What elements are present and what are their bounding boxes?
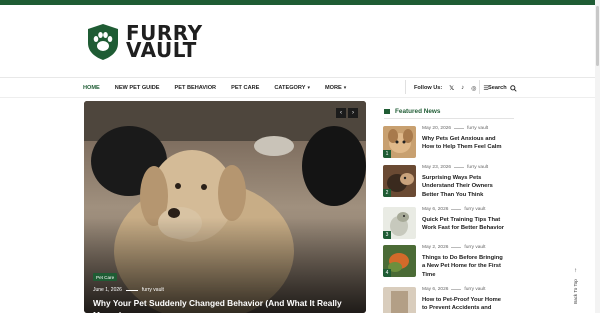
back-to-top-label: Back To Top bbox=[573, 279, 578, 304]
news-meta: May 6, 2026 furry vault bbox=[422, 207, 485, 212]
scrollbar-thumb[interactable] bbox=[596, 6, 599, 66]
featured-news-title: Featured News bbox=[395, 108, 441, 115]
heading-marker bbox=[384, 109, 390, 114]
x-icon[interactable]: 𝕏 bbox=[449, 85, 454, 92]
chevron-right-icon: › bbox=[352, 110, 354, 116]
hero-arrows: ‹ › bbox=[336, 108, 358, 118]
nav-item-new-pet-guide[interactable]: NEW PET GUIDE bbox=[115, 85, 160, 91]
rank-number: 4 bbox=[383, 269, 391, 277]
news-title[interactable]: How to Pet-Proof Your Home to Prevent Ac… bbox=[422, 296, 506, 313]
back-to-top-button[interactable]: ↑ Back To Top bbox=[573, 268, 581, 308]
nav-item-pet-behavior[interactable]: PET BEHAVIOR bbox=[175, 85, 217, 91]
search-icon bbox=[509, 84, 517, 92]
rank-number: 2 bbox=[383, 189, 391, 197]
list-item[interactable]: 2 May 23, 2026 furry vault Surprising Way… bbox=[383, 165, 513, 199]
thumbnail-image bbox=[383, 287, 416, 313]
news-title[interactable]: Surprising Ways Pets Understand Their Ow… bbox=[422, 174, 506, 199]
meta-divider bbox=[451, 209, 462, 210]
news-meta: May 23, 2026 furry vault bbox=[422, 165, 488, 170]
news-meta: May 6, 2026 furry vault bbox=[422, 287, 485, 292]
chevron-down-icon: ▾ bbox=[307, 85, 310, 91]
news-meta: May 20, 2026 furry vault bbox=[422, 126, 488, 131]
nav-item-more-label: MORE bbox=[324, 85, 342, 91]
list-item[interactable]: 3 May 6, 2026 furry vault Quick Pet Train… bbox=[383, 207, 513, 239]
news-author[interactable]: furry vault bbox=[467, 165, 488, 170]
nav-item-more[interactable]: MORE ▾ bbox=[325, 85, 346, 91]
hero-slider[interactable]: ‹ › Pet Care June 1, 2026 furry vault Wh… bbox=[84, 101, 366, 313]
brand-line-2: VAULT bbox=[126, 38, 197, 62]
rank-number: 1 bbox=[383, 150, 391, 158]
news-date: May 6, 2026 bbox=[422, 287, 449, 292]
featured-news-heading: Featured News bbox=[384, 108, 440, 115]
meta-divider bbox=[451, 289, 462, 290]
heading-underline bbox=[384, 118, 514, 119]
arrow-up-icon: ↑ bbox=[574, 268, 577, 274]
news-meta: May 2, 2026 furry vault bbox=[422, 245, 485, 250]
news-date: May 20, 2026 bbox=[422, 126, 452, 131]
hero-author[interactable]: furry vault bbox=[142, 287, 164, 293]
next-slide-button[interactable]: › bbox=[348, 108, 358, 118]
news-title[interactable]: Quick Pet Training Tips That Work Fast f… bbox=[422, 216, 506, 233]
news-thumbnail[interactable]: 4 bbox=[383, 245, 416, 277]
chevron-down-icon: ▾ bbox=[343, 85, 347, 91]
list-item[interactable]: 4 May 2, 2026 furry vault Things to Do Be… bbox=[383, 245, 513, 279]
nav-item-category-label: CATEGORY bbox=[274, 85, 306, 91]
news-title[interactable]: Things to Do Before Bringing a New Pet H… bbox=[422, 254, 506, 279]
site-logo[interactable]: FURRY VAULT bbox=[86, 23, 203, 61]
tiktok-icon[interactable]: ♪ bbox=[461, 85, 464, 91]
category-badge[interactable]: Pet Care bbox=[93, 273, 118, 281]
nav-item-category[interactable]: CATEGORY ▾ bbox=[274, 85, 310, 91]
instagram-icon[interactable]: ◎ bbox=[471, 85, 476, 92]
search-label: Search bbox=[488, 85, 507, 91]
brand-name: FURRY VAULT bbox=[126, 23, 203, 62]
news-thumbnail[interactable]: 1 bbox=[383, 126, 416, 158]
top-accent-bar bbox=[0, 0, 600, 5]
prev-slide-button[interactable]: ‹ bbox=[336, 108, 346, 118]
nav-divider bbox=[479, 80, 480, 94]
list-item[interactable]: 1 May 20, 2026 furry vault Why Pets Get A… bbox=[383, 126, 513, 158]
news-author[interactable]: furry vault bbox=[467, 126, 488, 131]
nav-item-pet-care[interactable]: PET CARE bbox=[231, 85, 259, 91]
news-date: May 6, 2026 bbox=[422, 207, 449, 212]
nav-top-border bbox=[0, 77, 600, 78]
news-thumbnail[interactable] bbox=[383, 287, 416, 313]
news-date: May 2, 2026 bbox=[422, 245, 449, 250]
main-nav: HOME NEW PET GUIDE PET BEHAVIOR PET CARE… bbox=[83, 83, 361, 93]
news-author[interactable]: furry vault bbox=[464, 207, 485, 212]
hero-title[interactable]: Why Your Pet Suddenly Changed Behavior (… bbox=[93, 297, 358, 313]
news-title[interactable]: Why Pets Get Anxious and How to Help The… bbox=[422, 135, 506, 152]
nav-divider bbox=[405, 80, 406, 94]
news-thumbnail[interactable]: 3 bbox=[383, 207, 416, 239]
nav-item-home[interactable]: HOME bbox=[83, 85, 100, 91]
news-thumbnail[interactable]: 2 bbox=[383, 165, 416, 197]
meta-divider bbox=[454, 128, 465, 129]
nav-bottom-border bbox=[0, 97, 600, 98]
paw-shield-icon bbox=[88, 24, 118, 60]
chevron-left-icon: ‹ bbox=[340, 110, 342, 116]
meta-divider bbox=[454, 167, 465, 168]
rank-number: 3 bbox=[383, 231, 391, 239]
follow-us: Follow Us: 𝕏 ♪ ◎ ☰ bbox=[414, 83, 489, 93]
list-item[interactable]: May 6, 2026 furry vault How to Pet-Proof … bbox=[383, 287, 513, 313]
meta-divider bbox=[451, 247, 462, 248]
meta-divider bbox=[125, 289, 138, 291]
follow-us-label: Follow Us: bbox=[414, 85, 443, 91]
hero-meta: June 1, 2026 furry vault bbox=[93, 287, 164, 293]
hero-dog-photo bbox=[84, 101, 366, 313]
hero-date: June 1, 2026 bbox=[93, 287, 122, 293]
news-date: May 23, 2026 bbox=[422, 165, 452, 170]
search-button[interactable]: Search bbox=[488, 83, 517, 93]
news-author[interactable]: furry vault bbox=[464, 287, 485, 292]
news-author[interactable]: furry vault bbox=[464, 245, 485, 250]
